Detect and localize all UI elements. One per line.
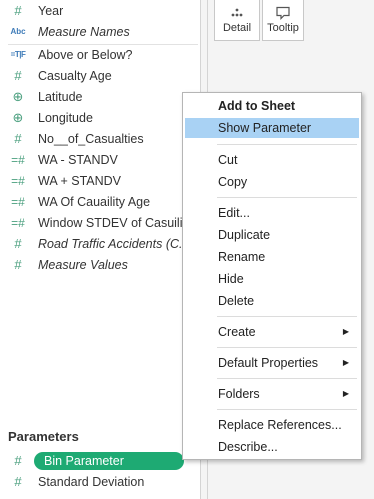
field-measure-names[interactable]: Abc Measure Names	[0, 22, 200, 42]
menu-default-properties[interactable]: Default Properties ▶	[185, 353, 359, 373]
field-wa-of-cauaility-age[interactable]: =# WA Of Cauaility Age	[0, 192, 200, 212]
calc-number-icon: =#	[11, 216, 25, 230]
param-bin-parameter[interactable]: # Bin Parameter	[0, 451, 200, 471]
field-wa-plus-standv[interactable]: =# WA + STANDV	[0, 171, 200, 191]
menu-show-parameter[interactable]: Show Parameter	[185, 118, 359, 138]
number-icon: #	[14, 68, 22, 83]
menu-replace-references[interactable]: Replace References...	[185, 415, 359, 435]
field-label: Longitude	[38, 111, 93, 125]
menu-separator	[217, 197, 357, 198]
submenu-arrow-icon: ▶	[342, 358, 349, 367]
menu-add-to-sheet[interactable]: Add to Sheet	[185, 96, 359, 116]
param-standard-deviation[interactable]: # Standard Deviation	[0, 472, 200, 492]
calc-number-icon: =#	[11, 153, 25, 167]
menu-copy[interactable]: Copy	[185, 172, 359, 192]
detail-mark-button[interactable]: Detail	[214, 0, 260, 41]
field-casualty-age[interactable]: # Casualty Age	[0, 66, 200, 86]
field-above-or-below[interactable]: =T|F Above or Below?	[0, 45, 200, 65]
field-label: Above or Below?	[38, 48, 133, 62]
context-menu: Add to Sheet Show Parameter Cut Copy Edi…	[182, 92, 362, 460]
number-icon: #	[14, 474, 22, 489]
field-window-stdev[interactable]: =# Window STDEV of Casuility	[0, 213, 200, 233]
submenu-arrow-icon: ▶	[342, 389, 349, 398]
field-measure-values[interactable]: # Measure Values	[0, 255, 200, 275]
field-label: Year	[38, 4, 64, 18]
field-label: Standard Deviation	[38, 475, 145, 489]
field-label: Window STDEV of Casuility	[38, 216, 193, 230]
menu-separator	[217, 409, 357, 410]
globe-icon: ⊕	[12, 89, 24, 104]
field-longitude[interactable]: ⊕ Longitude	[0, 108, 200, 128]
detail-label: Detail	[222, 22, 252, 34]
field-label: Latitude	[38, 90, 83, 104]
field-label: Road Traffic Accidents (C...	[38, 237, 190, 251]
tooltip-icon	[276, 6, 290, 20]
tooltip-mark-button[interactable]: Tooltip	[262, 0, 304, 41]
menu-create[interactable]: Create ▶	[185, 322, 359, 342]
number-icon: #	[14, 131, 22, 146]
menu-duplicate[interactable]: Duplicate	[185, 225, 359, 245]
field-label: Measure Names	[38, 25, 130, 39]
field-latitude[interactable]: ⊕ Latitude	[0, 87, 200, 107]
submenu-arrow-icon: ▶	[342, 327, 349, 336]
menu-edit[interactable]: Edit...	[185, 203, 359, 223]
field-label: No__of_Casualties	[38, 132, 144, 146]
calc-number-icon: =#	[11, 174, 25, 188]
boolean-calc-icon: =T|F	[10, 50, 26, 59]
abc-icon: Abc	[10, 27, 26, 36]
number-icon: #	[14, 453, 22, 468]
field-label: Measure Values	[38, 258, 128, 272]
menu-rename[interactable]: Rename	[185, 247, 359, 267]
number-icon: #	[14, 236, 22, 251]
parameters-header: Parameters	[8, 429, 79, 444]
globe-icon: ⊕	[12, 110, 24, 125]
selected-parameter-pill[interactable]: Bin Parameter	[34, 452, 184, 470]
menu-cut[interactable]: Cut	[185, 150, 359, 170]
field-road-traffic-accidents[interactable]: # Road Traffic Accidents (C...	[0, 234, 200, 254]
menu-separator	[217, 347, 357, 348]
menu-separator	[217, 378, 357, 379]
tooltip-label: Tooltip	[267, 22, 299, 34]
data-pane: # Year Abc Measure Names =T|F Above or B…	[0, 0, 201, 499]
field-year[interactable]: # Year	[0, 1, 200, 21]
field-label: WA - STANDV	[38, 153, 118, 167]
menu-folders-label: Folders	[218, 387, 260, 401]
menu-separator	[217, 144, 357, 145]
menu-hide[interactable]: Hide	[185, 269, 359, 289]
calc-number-icon: =#	[11, 195, 25, 209]
detail-icon	[231, 8, 243, 17]
number-icon: #	[14, 3, 22, 18]
field-no-of-casualties[interactable]: # No__of_Casualties	[0, 129, 200, 149]
menu-separator	[217, 316, 357, 317]
field-wa-minus-standv[interactable]: =# WA - STANDV	[0, 150, 200, 170]
field-label: WA + STANDV	[38, 174, 122, 188]
menu-default-properties-label: Default Properties	[218, 356, 319, 370]
field-label: Casualty Age	[38, 69, 112, 83]
menu-describe[interactable]: Describe...	[185, 437, 359, 457]
menu-delete[interactable]: Delete	[185, 291, 359, 311]
menu-create-label: Create	[218, 325, 256, 339]
menu-folders[interactable]: Folders ▶	[185, 384, 359, 404]
field-label: WA Of Cauaility Age	[38, 195, 151, 209]
number-icon: #	[14, 257, 22, 272]
